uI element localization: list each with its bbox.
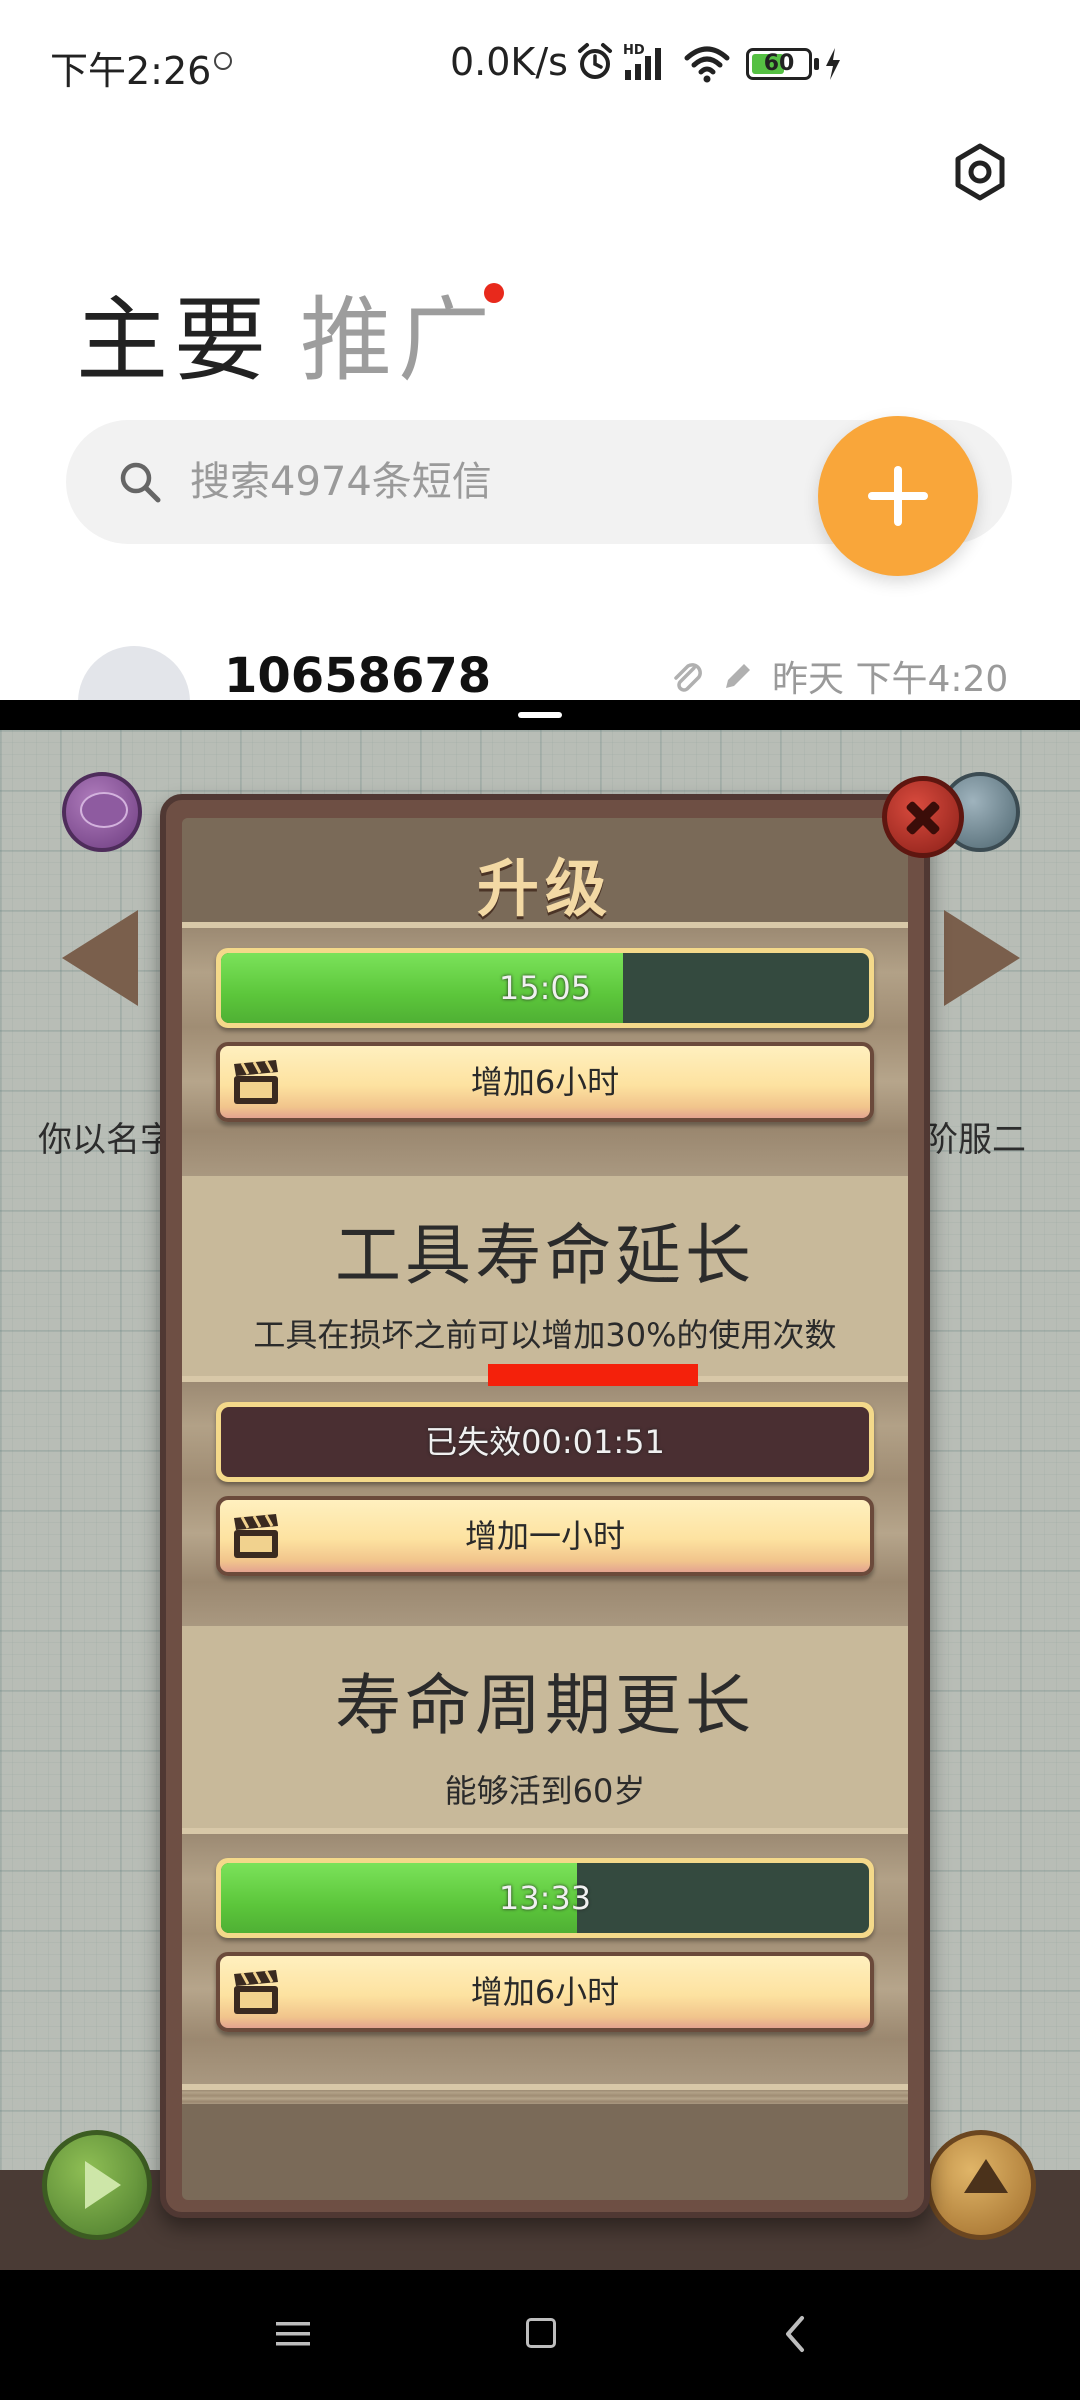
- upgrade-arrow-button[interactable]: [926, 2130, 1036, 2240]
- timer-progress-bar: 已失效00:01:51: [216, 1402, 874, 1482]
- upgrade-section: 15:05 增加6小时: [182, 922, 908, 1176]
- upgrade-dialog: 升级 15:05 增加6小时 工具寿命延长 工具在损坏之前可以增加30%的使用次…: [160, 776, 964, 2218]
- alarm-icon: [578, 43, 612, 79]
- charging-icon: [826, 48, 840, 80]
- upgrade-info-panel: 寿命周期更长 能够活到60岁: [182, 1626, 908, 1828]
- back-icon[interactable]: [780, 2314, 810, 2354]
- battery-level: 60: [763, 51, 795, 76]
- chat-bubble-button[interactable]: [62, 772, 142, 852]
- notification-icon: [214, 52, 232, 70]
- conversation-time: 昨天 下午4:20: [772, 659, 1009, 700]
- play-button[interactable]: [42, 2130, 152, 2240]
- svg-text:HD: HD: [623, 43, 645, 58]
- menu-icon[interactable]: [276, 2320, 310, 2348]
- next-arrow-button[interactable]: [944, 910, 1020, 1006]
- settings-gear-icon[interactable]: [950, 142, 1010, 202]
- upgrade-description: 能够活到60岁: [444, 1772, 646, 1810]
- search-icon: [120, 462, 161, 503]
- timer-text: 15:05: [498, 969, 592, 1007]
- upgrade-info-panel: 工具寿命延长 工具在损坏之前可以增加30%的使用次数: [182, 1176, 908, 1376]
- avatar: [78, 646, 190, 700]
- add-time-label: 增加6小时: [470, 1973, 620, 2011]
- highlight-underline: [488, 1364, 698, 1386]
- divider-handle[interactable]: [518, 712, 562, 718]
- add-time-label: 增加6小时: [470, 1063, 620, 1101]
- close-button[interactable]: [882, 776, 964, 858]
- status-time: 下午2:26: [50, 49, 212, 93]
- network-speed: 0.0K/s: [450, 40, 568, 84]
- timer-text: 已失效00:01:51: [425, 1423, 665, 1461]
- search-input[interactable]: [190, 450, 750, 514]
- timer-progress-bar: 15:05: [216, 948, 874, 1028]
- upgrade-section: 13:33 增加6小时: [182, 1828, 908, 2084]
- home-icon[interactable]: [526, 2318, 556, 2348]
- split-screen-divider[interactable]: [0, 700, 1080, 730]
- previous-arrow-button[interactable]: [62, 910, 138, 1006]
- add-time-label: 增加一小时: [464, 1517, 625, 1555]
- tab-main[interactable]: 主要: [76, 266, 272, 399]
- timer-progress-bar: 13:33: [216, 1858, 874, 1938]
- upgrade-section: 已失效00:01:51 增加一小时: [182, 1376, 908, 1626]
- add-time-button[interactable]: 增加6小时: [216, 1042, 874, 1122]
- wifi-icon: [684, 46, 730, 83]
- draft-edit-icon: [726, 664, 750, 688]
- new-message-button[interactable]: [818, 416, 978, 576]
- dialog-title: 升级: [476, 852, 613, 925]
- battery-icon: 60: [746, 48, 812, 80]
- tab-promotions[interactable]: 推广: [300, 266, 496, 399]
- add-time-button[interactable]: 增加6小时: [216, 1952, 874, 2032]
- background-text-right: 阶服二: [924, 1120, 1026, 1160]
- upgrade-title: 工具寿命延长: [335, 1217, 755, 1294]
- unread-dot: [484, 283, 504, 303]
- background-text-left: 你以名字: [38, 1120, 174, 1160]
- hd-signal-icon: HD: [623, 43, 661, 80]
- upgrade-title: 寿命周期更长: [335, 1667, 755, 1744]
- conversation-row[interactable]: 10658678 昨天 下午4:20: [0, 620, 1080, 700]
- timer-text: 13:33: [498, 1879, 592, 1917]
- game-window: 你以名字 阶服二 升级 15:05 增加6小时 工具寿命延长 工具在损坏之前可以…: [0, 730, 1080, 2270]
- status-bar: 下午2:26 0.0K/s HD 60: [0, 0, 1080, 130]
- upgrade-description: 工具在损坏之前可以增加30%的使用次数: [253, 1316, 837, 1354]
- add-time-button[interactable]: 增加一小时: [216, 1496, 874, 1576]
- conversation-sender: 10658678: [224, 648, 492, 700]
- navigation-bar: [0, 2270, 1080, 2400]
- attachment-icon: [674, 663, 702, 692]
